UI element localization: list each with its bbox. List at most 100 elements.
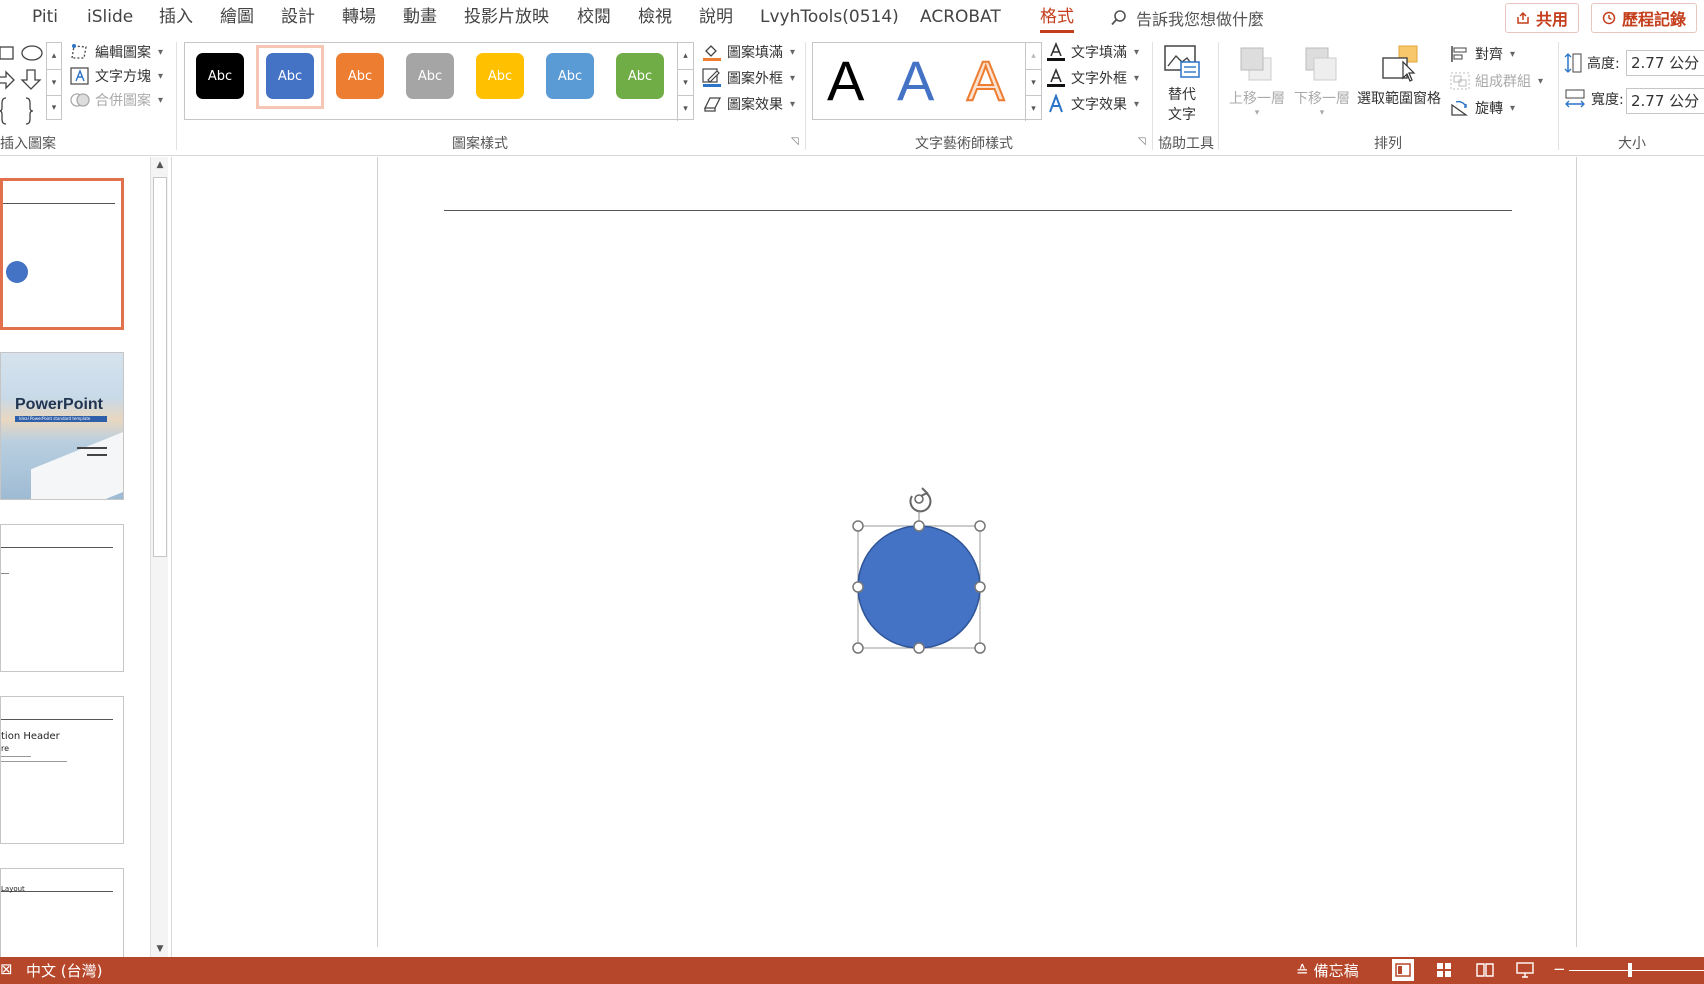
tab-design[interactable]: 設計	[281, 4, 315, 32]
wordart-style-black[interactable]: A	[827, 49, 864, 113]
current-slide[interactable]	[377, 157, 1577, 947]
alt-text-label-2: 文字	[1168, 107, 1196, 123]
tab-acrobat[interactable]: ACROBAT	[920, 4, 1001, 32]
zoom-slider-track[interactable]	[1569, 970, 1704, 971]
wordart-more[interactable]: ▾	[1025, 95, 1041, 121]
shape-outline-button[interactable]: 圖案外框	[702, 68, 795, 88]
shape-style-swatch[interactable]: Abc	[336, 53, 384, 99]
alt-text-button[interactable]: 替代 文字	[1160, 44, 1204, 126]
thumb-subtitle-bar: Ideal PowerPoint standard template	[15, 416, 107, 422]
slide-thumbnail-1[interactable]	[0, 178, 124, 330]
slideshow-view-button[interactable]	[1516, 962, 1534, 978]
selected-circle-shape[interactable]	[844, 483, 994, 683]
text-box-label: 文字方塊	[95, 69, 151, 85]
gallery-more[interactable]: ▾	[677, 95, 693, 121]
scroll-up-arrow[interactable]: ▲	[151, 157, 169, 173]
notes-button[interactable]: ≙ 備忘稿	[1296, 960, 1359, 981]
gallery-scroll-down[interactable]: ▾	[677, 69, 693, 95]
merge-shapes-label: 合併圖案	[95, 93, 151, 109]
shape-style-swatch[interactable]: Abc	[266, 53, 314, 99]
zoom-out-button[interactable]: −	[1553, 960, 1566, 978]
wordart-scroll-down[interactable]: ▾	[1025, 69, 1041, 95]
slide-thumbnail-4[interactable]: tion Header re	[0, 696, 124, 844]
tab-animations[interactable]: 動畫	[403, 4, 437, 32]
tab-review[interactable]: 校閱	[577, 4, 611, 32]
language-indicator[interactable]: 中文 (台灣)	[26, 960, 102, 981]
shape-width-input[interactable]: 2.77 公分	[1626, 88, 1704, 114]
slide-sorter-view-button[interactable]	[1436, 962, 1452, 978]
tab-islide[interactable]: iSlide	[87, 4, 133, 32]
tab-piti[interactable]: Piti	[32, 4, 58, 32]
selection-pane-label: 選取範圍窗格	[1357, 91, 1441, 107]
swatch-label: Abc	[277, 68, 303, 84]
shape-width-label: 寬度:	[1564, 89, 1624, 109]
group-label-insert-shapes: 插入圖案	[0, 136, 56, 152]
zoom-slider-thumb[interactable]	[1628, 963, 1632, 977]
notes-label: 備忘稿	[1313, 962, 1359, 980]
tab-insert[interactable]: 插入	[159, 4, 193, 32]
group-objects-button[interactable]: 組成群組	[1450, 71, 1543, 91]
shape-style-swatch[interactable]: Abc	[476, 53, 524, 99]
history-button[interactable]: 歷程記錄	[1591, 3, 1698, 33]
align-button[interactable]: 對齊	[1450, 44, 1515, 64]
bring-forward-dropdown: ▾	[1254, 108, 1260, 118]
thumbnails-scrollbar[interactable]: ▲ ▼	[150, 157, 168, 957]
rotate-icon	[1451, 100, 1469, 116]
text-effects-button[interactable]: 文字效果	[1046, 94, 1139, 114]
wordart-scroll-up[interactable]: ▴	[1025, 43, 1041, 69]
rotate-button[interactable]: 旋轉	[1450, 98, 1515, 118]
tab-lvyhtools[interactable]: LvyhTools(0514)	[760, 4, 899, 32]
slide-thumbnail-3[interactable]	[0, 524, 124, 672]
rotate-handle-icon[interactable]	[909, 487, 932, 513]
gallery-scroll-up[interactable]: ▴	[677, 43, 693, 69]
tab-draw[interactable]: 繪圖	[220, 4, 254, 32]
dialog-launcher-icon[interactable]: ◹	[791, 136, 799, 147]
group-separator	[176, 42, 177, 150]
shape-height-input[interactable]: 2.77 公分	[1626, 50, 1704, 76]
shapes-gallery-scroll[interactable]: ▴ ▾ ▾	[46, 42, 62, 120]
group-label-accessibility: 協助工具	[1158, 136, 1214, 152]
text-fill-button[interactable]: 文字填滿	[1046, 42, 1139, 62]
shape-style-swatch[interactable]: Abc	[546, 53, 594, 99]
selection-pane-button[interactable]: 選取範圍窗格	[1354, 44, 1444, 132]
wordart-style-orange-outline[interactable]: A	[966, 48, 1005, 113]
shape-fill-button[interactable]: 圖案填滿	[702, 42, 795, 62]
pen-outline-icon	[702, 68, 721, 87]
tell-me-label: 告訴我您想做什麼	[1136, 10, 1265, 29]
tab-help[interactable]: 說明	[699, 4, 733, 32]
tab-format[interactable]: 格式	[1040, 4, 1074, 33]
height-text: 高度:	[1587, 56, 1620, 72]
slide-thumbnail-2[interactable]: PowerPoint Ideal PowerPoint standard tem…	[0, 352, 124, 500]
slide-sorter-icon	[1437, 963, 1451, 977]
dialog-launcher-icon[interactable]: ◹	[1138, 136, 1146, 147]
share-button[interactable]: 共用	[1505, 3, 1580, 33]
blue-circle[interactable]	[857, 525, 981, 649]
normal-view-button[interactable]	[1392, 959, 1414, 981]
edit-shape-button[interactable]: 編輯圖案	[70, 42, 163, 62]
shape-style-swatch[interactable]: Abc	[616, 53, 664, 99]
accessibility-check-icon[interactable]: ⊠	[0, 960, 13, 978]
swatch-label: Abc	[487, 68, 513, 84]
swatch-label: Abc	[207, 68, 233, 84]
align-label: 對齊	[1475, 47, 1503, 63]
alt-text-label-1: 替代	[1168, 87, 1196, 103]
shape-fill-label: 圖案填滿	[727, 45, 783, 61]
shape-style-swatch[interactable]: Abc	[196, 53, 244, 99]
merge-shapes-button[interactable]: 合併圖案	[70, 90, 163, 110]
scroll-thumb[interactable]	[153, 177, 167, 557]
text-outline-button[interactable]: 文字外框	[1046, 68, 1139, 88]
text-box-button[interactable]: 文字方塊	[70, 66, 163, 86]
tab-slideshow[interactable]: 投影片放映	[464, 4, 549, 32]
wordart-style-blue[interactable]: A	[897, 49, 934, 113]
tab-view[interactable]: 檢視	[638, 4, 672, 32]
group-separator	[1218, 42, 1219, 150]
bring-forward-button[interactable]: 上移一層 ▾	[1226, 44, 1288, 132]
reading-view-button[interactable]	[1476, 962, 1494, 978]
shape-effects-button[interactable]: 圖案效果	[702, 94, 795, 114]
tab-transitions[interactable]: 轉場	[342, 4, 376, 32]
scroll-down-arrow[interactable]: ▼	[151, 941, 169, 957]
group-objects-label: 組成群組	[1475, 74, 1531, 90]
send-backward-button[interactable]: 下移一層 ▾	[1291, 44, 1353, 132]
shape-style-swatch[interactable]: Abc	[406, 53, 454, 99]
tell-me-search[interactable]: 告訴我您想做什麼	[1110, 6, 1264, 30]
